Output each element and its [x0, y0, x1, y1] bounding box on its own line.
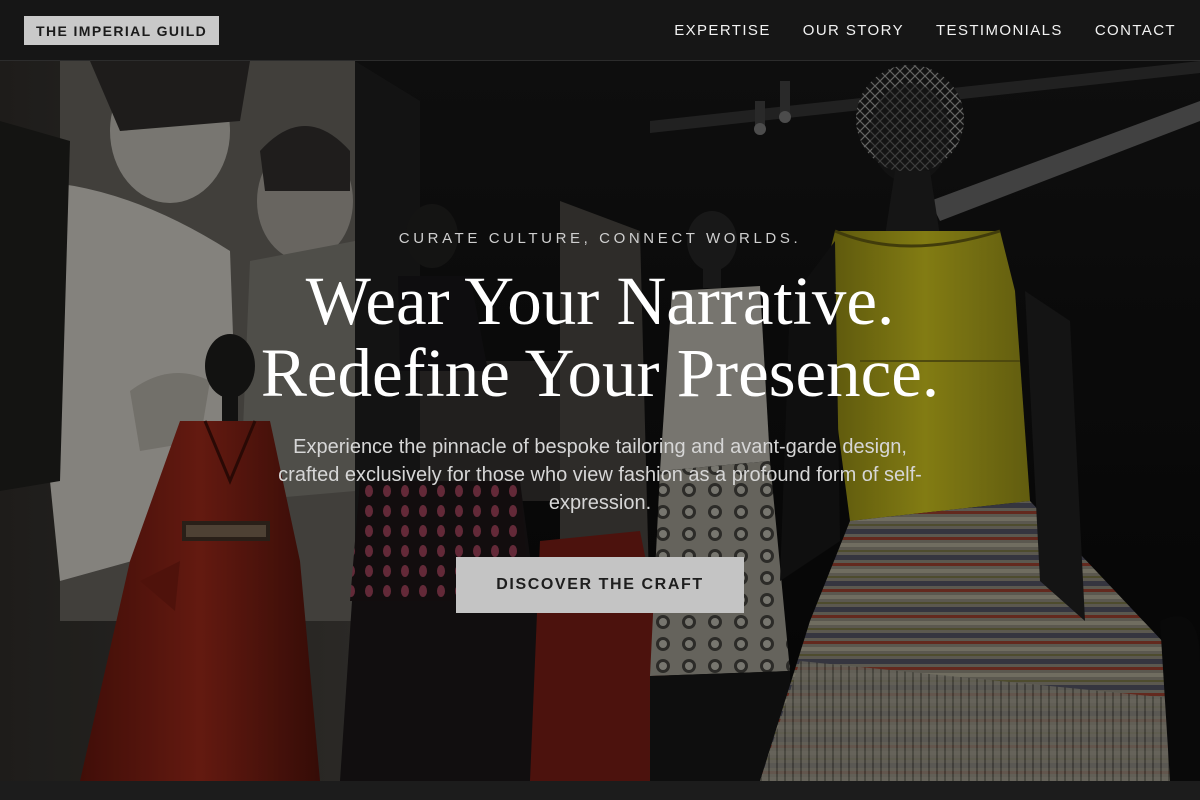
- hero-section: CURATE CULTURE, CONNECT WORLDS. Wear You…: [0, 61, 1200, 781]
- next-section-edge: [0, 781, 1200, 800]
- hero-content: CURATE CULTURE, CONNECT WORLDS. Wear You…: [0, 61, 1200, 781]
- top-navigation: THE IMPERIAL GUILD EXPERTISE OUR STORY T…: [0, 0, 1200, 61]
- hero-tagline: CURATE CULTURE, CONNECT WORLDS.: [398, 230, 802, 247]
- nav-link-our-story[interactable]: OUR STORY: [803, 22, 904, 39]
- brand-logo[interactable]: THE IMPERIAL GUILD: [24, 15, 220, 45]
- hero-headline: Wear Your Narrative. Redefine Your Prese…: [0, 265, 1200, 409]
- nav-link-testimonials[interactable]: TESTIMONIALS: [936, 22, 1063, 39]
- headline-line-2: Redefine Your Presence.: [260, 335, 940, 411]
- nav-links: EXPERTISE OUR STORY TESTIMONIALS CONTACT: [674, 22, 1176, 39]
- hero-description: Experience the pinnacle of bespoke tailo…: [278, 436, 922, 514]
- nav-link-expertise[interactable]: EXPERTISE: [674, 22, 771, 39]
- discover-the-craft-button[interactable]: DISCOVER THE CRAFT: [456, 557, 744, 613]
- headline-line-1: Wear Your Narrative.: [305, 263, 895, 339]
- nav-link-contact[interactable]: CONTACT: [1095, 22, 1176, 39]
